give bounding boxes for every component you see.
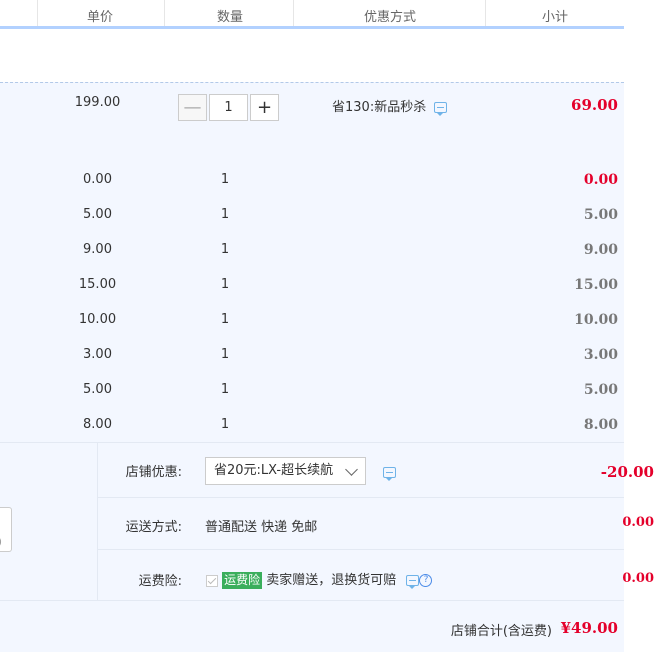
increase-button[interactable]: + bbox=[250, 94, 279, 121]
list-item: 9.00 1 9.00 bbox=[0, 242, 624, 262]
promo-text: 省130:新品秒杀 bbox=[332, 100, 427, 115]
list-item: 5.00 1 5.00 bbox=[0, 207, 624, 227]
item-subtotal: 5.00 bbox=[583, 207, 618, 223]
shop-left-panel bbox=[0, 443, 98, 601]
promo-info: 省130:新品秒杀 bbox=[332, 96, 448, 116]
insurance-info: 运费险 卖家赠送，退换货可赔 ? bbox=[206, 569, 433, 589]
item-subtotal: 9.00 bbox=[583, 242, 618, 258]
chat-icon[interactable] bbox=[406, 575, 420, 589]
item-qty: 1 bbox=[220, 382, 230, 397]
table-header: 单价 数量 优惠方式 小计 bbox=[0, 0, 624, 29]
header-price: 单价 bbox=[86, 10, 113, 25]
shop-discount-label: 店铺优惠: bbox=[125, 465, 182, 480]
item-subtotal: 69.00 bbox=[571, 96, 618, 114]
list-item: 8.00 1 8.00 bbox=[0, 417, 624, 437]
shop-total-label: 店铺合计(含运费) bbox=[450, 624, 552, 639]
unit-price: 0.00 bbox=[83, 172, 112, 187]
insurance-badge: 运费险 bbox=[222, 572, 263, 589]
list-item: 0.00 1 0.00 bbox=[0, 172, 624, 192]
unit-price: 10.00 bbox=[78, 312, 117, 327]
item-subtotal: 15.00 bbox=[574, 277, 618, 293]
item-subtotal: 0.00 bbox=[583, 172, 618, 188]
insurance-label: 运费险: bbox=[138, 574, 182, 589]
shipping-label: 运送方式: bbox=[125, 520, 182, 535]
divider bbox=[98, 549, 624, 550]
header-promo: 优惠方式 bbox=[363, 10, 416, 25]
chat-icon[interactable] bbox=[434, 102, 448, 116]
quantity-input[interactable]: 1 bbox=[209, 94, 248, 121]
shop-discount-amount: -20.00 bbox=[600, 463, 654, 481]
item-subtotal: 8.00 bbox=[583, 417, 618, 433]
message-box-edge[interactable]: ) bbox=[0, 507, 12, 552]
item-qty: 1 bbox=[220, 277, 230, 292]
divider bbox=[98, 497, 624, 498]
item-subtotal: 5.00 bbox=[583, 382, 618, 398]
header-subtotal: 小计 bbox=[541, 10, 568, 25]
header-divider bbox=[37, 0, 38, 26]
header-divider bbox=[485, 0, 486, 26]
item-qty: 1 bbox=[220, 417, 230, 432]
item-qty: 1 bbox=[220, 347, 230, 362]
shipping-method: 普通配送 快递 免邮 bbox=[205, 520, 318, 535]
list-item: 5.00 1 5.00 bbox=[0, 382, 624, 402]
checkbox-checked-icon[interactable] bbox=[206, 574, 218, 587]
item-subtotal: 3.00 bbox=[583, 347, 618, 363]
list-item: 10.00 1 10.00 bbox=[0, 312, 624, 332]
item-qty: 1 bbox=[220, 207, 230, 222]
header-qty: 数量 bbox=[216, 10, 243, 25]
item-qty: 1 bbox=[220, 312, 230, 327]
chat-icon[interactable] bbox=[383, 467, 396, 481]
header-divider bbox=[293, 0, 294, 26]
unit-price: 9.00 bbox=[83, 242, 112, 257]
shop-discount-select[interactable]: 省20元:LX-超长续航 bbox=[205, 457, 366, 485]
shop-total-row: 店铺合计(含运费) ¥49.00 bbox=[0, 600, 624, 652]
decrease-button[interactable]: — bbox=[178, 94, 207, 121]
list-item: 15.00 1 15.00 bbox=[0, 277, 624, 297]
unit-price: 15.00 bbox=[78, 277, 117, 292]
unit-price: 3.00 bbox=[83, 347, 112, 362]
shipping-amount: 0.00 bbox=[622, 515, 654, 530]
unit-price: 199.00 bbox=[74, 95, 121, 110]
item-qty: 1 bbox=[220, 172, 230, 187]
select-value: 省20元:LX-超长续航 bbox=[214, 463, 334, 478]
chevron-down-icon bbox=[345, 463, 358, 476]
unit-price: 5.00 bbox=[83, 382, 112, 397]
unit-price: 5.00 bbox=[83, 207, 112, 222]
unit-price: 8.00 bbox=[83, 417, 112, 432]
header-divider bbox=[164, 0, 165, 26]
question-icon[interactable]: ? bbox=[419, 574, 433, 587]
main-item-row: 199.00 69.00 bbox=[0, 95, 624, 115]
insurance-amount: 0.00 bbox=[622, 571, 654, 586]
quantity-stepper[interactable]: — 1 + bbox=[178, 94, 280, 122]
insurance-text: 卖家赠送，退换货可赔 bbox=[266, 573, 397, 588]
item-qty: 1 bbox=[220, 242, 230, 257]
list-item: 3.00 1 3.00 bbox=[0, 347, 624, 367]
shop-total-amount: ¥49.00 bbox=[560, 619, 618, 637]
item-subtotal: 10.00 bbox=[574, 312, 618, 328]
